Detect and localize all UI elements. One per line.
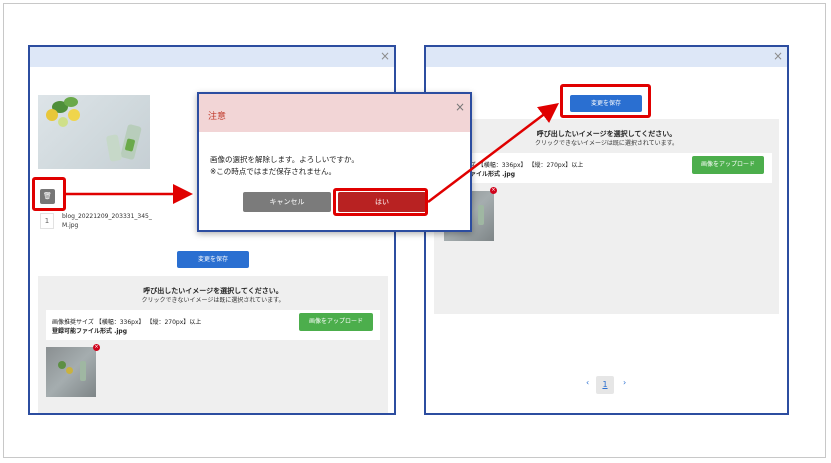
annotation-arrows [66, 102, 559, 204]
arrow-confirm-to-save [427, 102, 559, 203]
